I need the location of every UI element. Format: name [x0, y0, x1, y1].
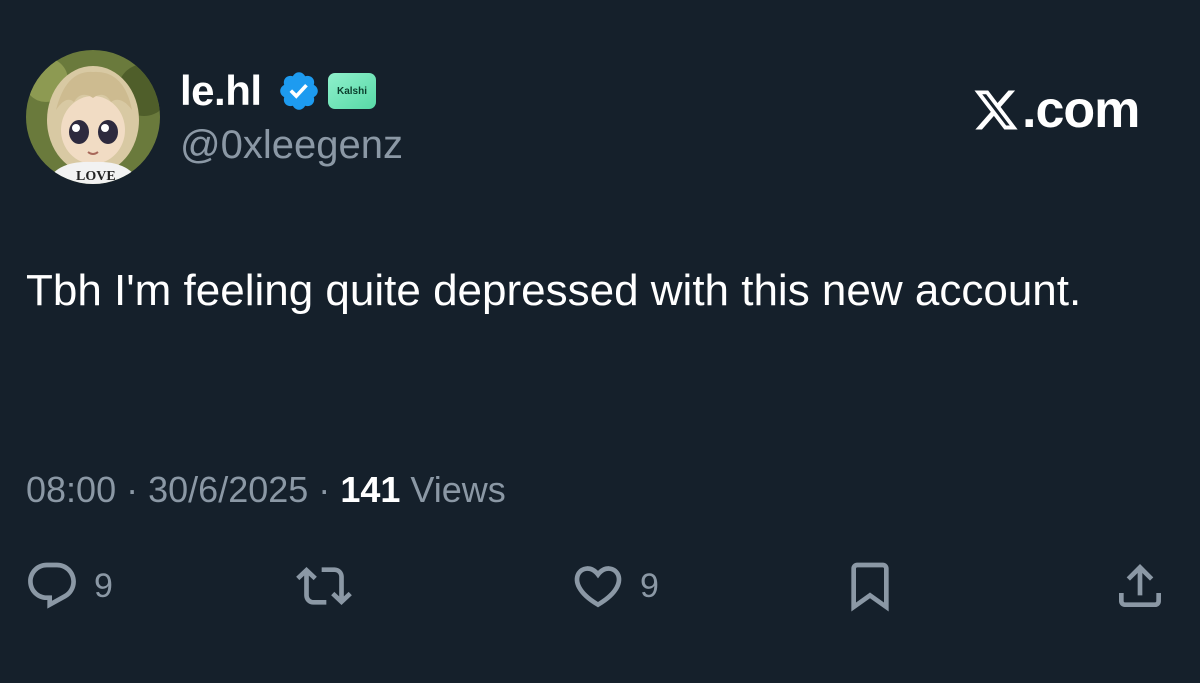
- tweet-text: Tbh I'm feeling quite depressed with thi…: [26, 266, 1082, 315]
- tweet-time[interactable]: 08:00: [26, 469, 116, 510]
- meta-separator: ·: [126, 469, 139, 510]
- share-button[interactable]: [1112, 558, 1168, 614]
- views-label: Views: [410, 469, 506, 510]
- tweet-meta: 08:00 · 30/6/2025 · 141 Views: [26, 468, 506, 512]
- bookmark-button[interactable]: [842, 558, 898, 614]
- site-logo: .com: [970, 80, 1150, 140]
- meta-separator: ·: [318, 469, 331, 510]
- avatar-illustration: LOVE: [26, 50, 160, 184]
- reply-icon: [28, 562, 76, 609]
- site-domain-text: .com: [1022, 81, 1140, 139]
- display-name[interactable]: le.hl: [180, 66, 262, 116]
- share-icon: [1119, 564, 1161, 607]
- retweet-icon: [296, 567, 352, 605]
- heart-icon: [574, 566, 622, 608]
- x-logo-icon: [974, 90, 1018, 130]
- verified-badge-icon[interactable]: [277, 69, 321, 113]
- like-count: 9: [640, 567, 659, 605]
- like-button[interactable]: 9: [570, 558, 659, 614]
- bookmark-icon: [851, 562, 889, 612]
- retweet-button[interactable]: [296, 558, 352, 614]
- tweet-date[interactable]: 30/6/2025: [148, 469, 308, 510]
- views-count: 141: [340, 469, 401, 510]
- kalshi-affiliate-badge[interactable]: Kalshi: [328, 73, 376, 109]
- user-handle[interactable]: @0xleegenz: [180, 120, 403, 170]
- reply-count: 9: [94, 567, 113, 605]
- avatar-shirt-text: LOVE: [76, 169, 116, 184]
- avatar[interactable]: LOVE: [26, 50, 160, 184]
- reply-button[interactable]: 9: [24, 558, 113, 614]
